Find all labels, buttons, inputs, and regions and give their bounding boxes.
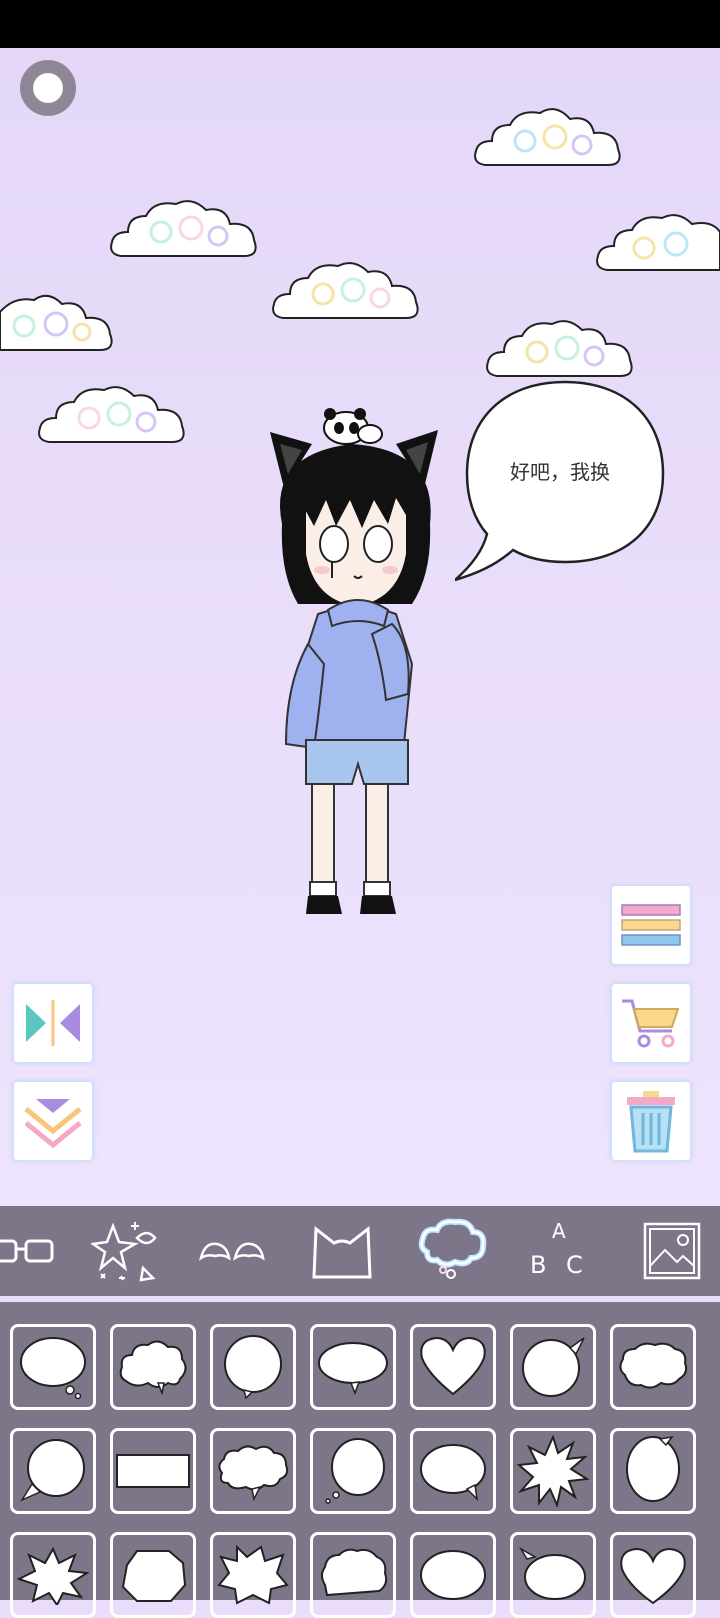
flip-horizontal-icon[interactable] bbox=[14, 984, 92, 1062]
cloud-decoration[interactable] bbox=[482, 316, 638, 384]
speech-bubble-icon bbox=[418, 1218, 487, 1279]
tab-ears[interactable] bbox=[196, 1216, 268, 1286]
cat-ears-icon bbox=[312, 1226, 372, 1279]
text-tab-label-a: A bbox=[552, 1219, 566, 1243]
abc-text-icon: A B C bbox=[528, 1219, 592, 1283]
category-tab-bar: A B C bbox=[0, 1206, 720, 1296]
bubble-option[interactable] bbox=[10, 1532, 96, 1618]
bubble-option[interactable] bbox=[310, 1324, 396, 1410]
bubble-option[interactable] bbox=[310, 1532, 396, 1618]
bubble-option[interactable] bbox=[510, 1428, 596, 1514]
tab-speech-bubble[interactable] bbox=[416, 1216, 488, 1286]
status-bar bbox=[0, 0, 720, 48]
record-icon[interactable] bbox=[20, 60, 76, 116]
speech-bubble-sticker[interactable]: 好吧，我换 bbox=[455, 378, 675, 638]
sparkles-icon bbox=[91, 1222, 157, 1282]
bubble-option[interactable] bbox=[510, 1324, 596, 1410]
bubble-option[interactable] bbox=[210, 1532, 296, 1618]
bubble-option[interactable] bbox=[110, 1324, 196, 1410]
bubble-option[interactable] bbox=[410, 1532, 496, 1618]
character-avatar[interactable] bbox=[262, 404, 452, 918]
small-ears-icon bbox=[199, 1242, 265, 1261]
cloud-decoration[interactable] bbox=[268, 258, 424, 326]
trash-icon[interactable] bbox=[612, 1082, 690, 1160]
bubble-option[interactable] bbox=[310, 1428, 396, 1514]
bubble-option[interactable] bbox=[10, 1428, 96, 1514]
tab-background[interactable] bbox=[636, 1216, 708, 1286]
bubble-option[interactable] bbox=[610, 1324, 696, 1410]
tab-sparkles[interactable] bbox=[88, 1216, 164, 1286]
glasses-icon bbox=[0, 1239, 54, 1263]
bubble-option[interactable] bbox=[10, 1324, 96, 1410]
bubble-option[interactable] bbox=[610, 1532, 696, 1618]
bubble-option[interactable] bbox=[410, 1428, 496, 1514]
tab-cat-ears[interactable] bbox=[306, 1216, 378, 1286]
cloud-decoration[interactable] bbox=[470, 103, 626, 173]
cloud-decoration[interactable] bbox=[592, 210, 720, 278]
bubble-option[interactable] bbox=[410, 1324, 496, 1410]
tab-text[interactable]: A B C bbox=[524, 1216, 596, 1286]
bubble-option[interactable] bbox=[610, 1428, 696, 1514]
bubble-option[interactable] bbox=[110, 1532, 196, 1618]
text-tab-label-c: C bbox=[566, 1251, 583, 1279]
bubble-option[interactable] bbox=[510, 1532, 596, 1618]
cloud-decoration[interactable] bbox=[0, 290, 118, 358]
cloud-decoration[interactable] bbox=[34, 382, 190, 450]
cart-icon[interactable] bbox=[612, 984, 690, 1062]
cloud-decoration[interactable] bbox=[106, 196, 262, 264]
tab-glasses[interactable] bbox=[0, 1216, 56, 1286]
dress-up-canvas[interactable]: 好吧，我换 bbox=[0, 48, 720, 1206]
text-tab-label-b: B bbox=[530, 1251, 547, 1279]
bubble-option[interactable] bbox=[210, 1324, 296, 1410]
speech-bubble-grid bbox=[0, 1302, 720, 1618]
chevron-down-icon[interactable] bbox=[14, 1082, 92, 1160]
image-icon bbox=[643, 1222, 701, 1280]
menu-lines-icon[interactable] bbox=[612, 886, 690, 964]
speech-bubble-text: 好吧，我换 bbox=[510, 460, 610, 484]
bubble-option[interactable] bbox=[110, 1428, 196, 1514]
bubble-option[interactable] bbox=[210, 1428, 296, 1514]
